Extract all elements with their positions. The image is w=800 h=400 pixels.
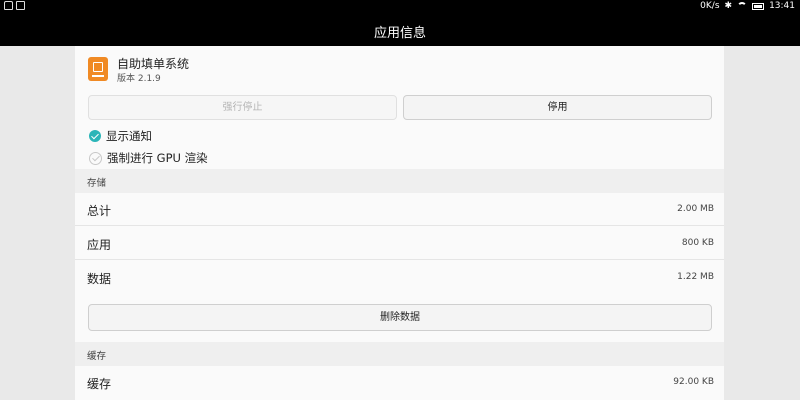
- clock: 13:41: [769, 1, 795, 11]
- row-value: 2.00 MB: [677, 204, 714, 214]
- storage-row-total: 总计 2.00 MB: [75, 193, 724, 226]
- app-form-icon: [88, 57, 108, 81]
- app-name: 自助填单系统: [117, 57, 190, 71]
- image-icon: [16, 1, 25, 10]
- row-label: 总计: [87, 204, 112, 218]
- row-label: 应用: [87, 238, 112, 252]
- car-icon: [4, 1, 13, 10]
- battery-icon: [752, 2, 765, 10]
- bluetooth-icon: ✱: [724, 1, 733, 11]
- disable-button[interactable]: 停用: [403, 95, 712, 120]
- unchecked-icon: [89, 151, 102, 165]
- row-value: 92.00 KB: [673, 377, 714, 387]
- title-bar: 应用信息: [0, 14, 800, 46]
- app-version: 版本 2.1.9: [117, 74, 161, 84]
- app-header: 自助填单系统 版本 2.1.9: [88, 54, 688, 88]
- cache-row: 缓存 92.00 KB: [75, 366, 724, 399]
- row-label: 数据: [87, 272, 112, 286]
- storage-section-header: 存储: [75, 169, 724, 193]
- wifi-icon: [737, 2, 748, 10]
- row-label: 缓存: [87, 377, 112, 391]
- checked-icon: [89, 130, 101, 142]
- section-title: 存储: [87, 178, 107, 189]
- page-title: 应用信息: [373, 26, 426, 41]
- clear-data-button[interactable]: 删除数据: [88, 304, 712, 331]
- cache-section-header: 缓存: [75, 342, 724, 366]
- force-stop-button[interactable]: 强行停止: [88, 95, 397, 120]
- status-right: 0K/s ✱ 13:41: [700, 1, 795, 11]
- checkbox-label: 强制进行 GPU 渲染: [107, 151, 208, 165]
- row-value: 800 KB: [681, 238, 714, 248]
- network-speed: 0K/s: [700, 1, 720, 11]
- storage-row-app: 应用 800 KB: [75, 227, 724, 260]
- row-value: 1.22 MB: [677, 272, 714, 282]
- status-bar: 0K/s ✱ 13:41: [0, 0, 800, 14]
- status-left-icons: [4, 1, 25, 10]
- app-info-panel: 自助填单系统 版本 2.1.9 强行停止 停用 显示通知 强制进行 GPU 渲染…: [75, 46, 724, 400]
- storage-row-data: 数据 1.22 MB: [75, 261, 724, 294]
- section-title: 缓存: [87, 351, 107, 362]
- checkbox-label: 显示通知: [106, 129, 152, 143]
- force-gpu-rendering-checkbox[interactable]: 强制进行 GPU 渲染: [89, 150, 208, 166]
- show-notifications-checkbox[interactable]: 显示通知: [89, 128, 152, 144]
